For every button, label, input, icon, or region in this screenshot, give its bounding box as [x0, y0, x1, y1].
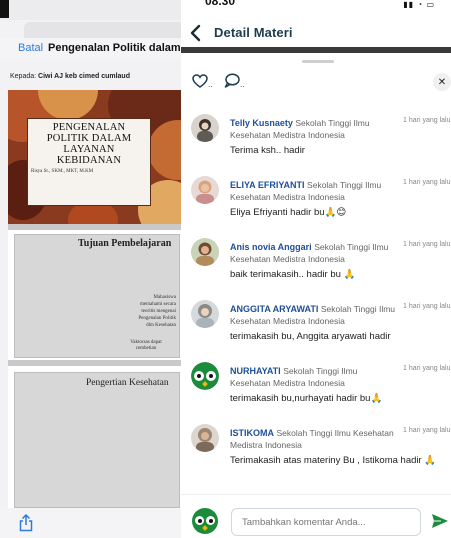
cover-page[interactable]: PENGENALAN POLITIK DALAM LAYANAN KEBIDAN… — [8, 90, 186, 224]
signal-icons: ▮▮ ◔ ▭ — [403, 0, 435, 9]
status-bar: 08.30 ▮▮ ◔ ▭ — [181, 0, 451, 14]
back-arrow-icon[interactable] — [189, 24, 203, 42]
owl-icon — [191, 362, 219, 390]
document-viewer-app: Batal Pengenalan Politik dalam... Kepada… — [0, 0, 186, 538]
like-count: .. — [208, 80, 213, 89]
sheet-drag-handle[interactable] — [302, 60, 334, 63]
comment-bubble-icon[interactable] — [224, 73, 240, 88]
avatar[interactable] — [191, 114, 219, 142]
my-avatar — [192, 508, 218, 534]
author-name[interactable]: ANGGITA ARYAWATI — [230, 304, 318, 314]
document-pages[interactable]: PENGENALAN POLITIK DALAM LAYANAN KEBIDAN… — [8, 90, 186, 508]
comment-author: ELIYA EFRIYANTI Sekolah Tinggi Ilmu Kese… — [230, 179, 398, 203]
page-objectives[interactable]: Tujuan Pembelajaran Mahasiswa memahami s… — [8, 230, 186, 360]
comment-time: 1 hari yang lalu — [403, 303, 451, 310]
recipient-line: Kepada: Ciwi AJ keb cimed cumlaud — [10, 73, 130, 80]
page-objectives-text-2: Vaktorsas dapat cembetian — [130, 340, 162, 351]
page-definition[interactable]: Pengertian Kesehatan — [8, 366, 186, 508]
comment-item: ELIYA EFRIYANTI Sekolah Tinggi Ilmu Kese… — [181, 164, 451, 226]
comment-item: NURHAYATI Sekolah Tinggi Ilmu Kesehatan … — [181, 350, 451, 412]
page-title: Detail Materi — [214, 25, 293, 40]
comment-count: .. — [240, 80, 245, 89]
reaction-bar — [181, 66, 451, 100]
comment-item: ANGGITA ARYAWATI Sekolah Tinggi Ilmu Kes… — [181, 288, 451, 350]
comment-item: Anis novia Anggari Sekolah Tinggi Ilmu K… — [181, 226, 451, 288]
comment-list[interactable]: Telly Kusnaety Sekolah Tinggi Ilmu Keseh… — [181, 102, 451, 492]
avatar[interactable] — [191, 424, 219, 452]
comment-item: ISTIKOMA Sekolah Tinggi Ilmu Kesehatan M… — [181, 412, 451, 486]
author-name[interactable]: Anis novia Anggari — [230, 242, 312, 252]
page-definition-heading: Pengertian Kesehatan — [86, 378, 169, 388]
cover-author: Risya Sr., SKM., MKT, M.KM — [31, 169, 94, 174]
status-time: 08.30 — [205, 0, 236, 8]
avatar[interactable] — [191, 238, 219, 266]
author-name[interactable]: Telly Kusnaety — [230, 118, 293, 128]
owl-icon — [192, 508, 218, 534]
page-objectives-heading: Tujuan Pembelajaran — [78, 238, 172, 249]
comment-text: Terimakasih atas materiny Bu , Istikoma … — [230, 455, 437, 466]
cover-title: PENGENALAN POLITIK DALAM LAYANAN KEBIDAN… — [46, 122, 132, 166]
comment-time: 1 hari yang lalu — [403, 117, 451, 124]
comment-time: 1 hari yang lalu — [403, 241, 451, 248]
comment-time: 1 hari yang lalu — [403, 179, 451, 186]
cancel-button[interactable]: Batal — [18, 42, 43, 54]
left-status-strip — [0, 0, 186, 20]
comment-text: Eliya Efriyanti hadir bu🙏😊 — [230, 207, 347, 218]
heart-icon[interactable] — [192, 74, 208, 88]
comment-time: 1 hari yang lalu — [403, 427, 451, 434]
header-divider — [181, 47, 451, 53]
page-objectives-text: Mahasiswa memahami secara teoritis menge… — [138, 295, 176, 328]
document-title: Pengenalan Politik dalam... — [48, 42, 186, 54]
send-icon[interactable] — [431, 513, 449, 529]
comment-author: Telly Kusnaety Sekolah Tinggi Ilmu Keseh… — [230, 117, 398, 141]
detail-materi-app: 08.30 ▮▮ ◔ ▭ Detail Materi .. .. ✕ Telly… — [181, 0, 451, 538]
comment-time: 1 hari yang lalu — [403, 365, 451, 372]
comment-text: terimakasih bu, Anggita aryawati hadir — [230, 331, 391, 342]
recipient-prefix: Kepada: — [10, 73, 37, 80]
comment-item: Telly Kusnaety Sekolah Tinggi Ilmu Keseh… — [181, 102, 451, 164]
avatar[interactable] — [191, 176, 219, 204]
comment-input[interactable] — [231, 508, 421, 536]
share-icon[interactable] — [18, 514, 34, 532]
avatar[interactable] — [191, 300, 219, 328]
left-status-fragment — [0, 0, 9, 18]
comment-author: NURHAYATI Sekolah Tinggi Ilmu Kesehatan … — [230, 365, 398, 389]
comment-author: ISTIKOMA Sekolah Tinggi Ilmu Kesehatan M… — [230, 427, 398, 451]
comment-text: Terima ksh.. hadir — [230, 145, 305, 156]
comment-author: ANGGITA ARYAWATI Sekolah Tinggi Ilmu Kes… — [230, 303, 398, 327]
cover-title-box: PENGENALAN POLITIK DALAM LAYANAN KEBIDAN… — [27, 118, 151, 206]
close-icon: ✕ — [437, 76, 447, 88]
comment-text: baik terimakasih.. hadir bu 🙏 — [230, 269, 356, 280]
comment-text: terimakasih bu,nurhayati hadir bu🙏 — [230, 393, 383, 404]
page-definition-slide — [14, 372, 180, 508]
comment-author: Anis novia Anggari Sekolah Tinggi Ilmu K… — [230, 241, 398, 265]
comment-composer — [181, 494, 451, 538]
close-button[interactable]: ✕ — [433, 73, 451, 91]
author-name[interactable]: ISTIKOMA — [230, 428, 274, 438]
recipient-name: Ciwi AJ keb cimed cumlaud — [38, 73, 130, 80]
author-name[interactable]: ELIYA EFRIYANTI — [230, 180, 305, 190]
author-name[interactable]: NURHAYATI — [230, 366, 281, 376]
owl-avatar[interactable] — [191, 362, 219, 390]
